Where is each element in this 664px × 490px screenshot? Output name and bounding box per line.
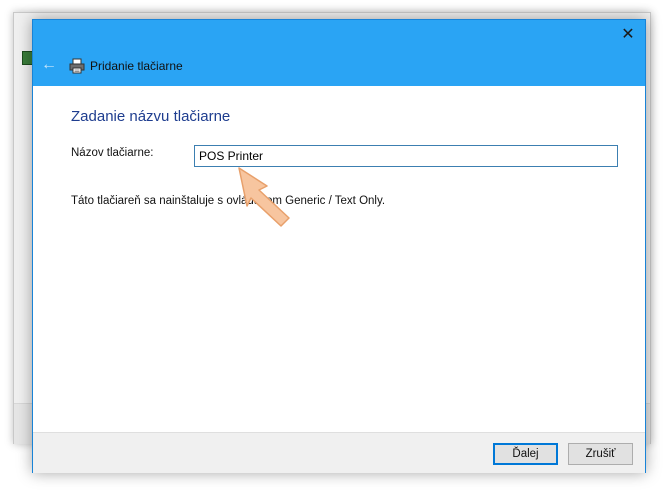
dialog-content: Zadanie názvu tlačiarne Názov tlačiarne:… [33,86,645,432]
close-icon[interactable]: ✕ [619,26,637,44]
printer-name-input[interactable] [194,145,618,167]
back-arrow-icon[interactable]: ← [40,56,58,74]
next-button[interactable]: Ďalej [493,443,558,465]
pointer-arrow-icon [238,167,290,227]
printer-name-label: Názov tlačiarne: [71,147,154,159]
titlebar: ✕ ← Pridanie tlačiarne [33,20,645,86]
dialog-title: Pridanie tlačiarne [90,59,183,73]
page-heading: Zadanie názvu tlačiarne [71,108,231,125]
screen: ✕ ← Pridanie tlačiarne Zadanie názvu tla… [0,0,664,490]
printer-icon [69,58,85,74]
add-printer-dialog: ✕ ← Pridanie tlačiarne Zadanie názvu tla… [32,19,646,473]
cancel-button[interactable]: Zrušiť [568,443,633,465]
dialog-footer: Ďalej Zrušiť [33,432,645,473]
driver-install-note: Táto tlačiareň sa nainštaluje s ovládačo… [71,195,386,207]
